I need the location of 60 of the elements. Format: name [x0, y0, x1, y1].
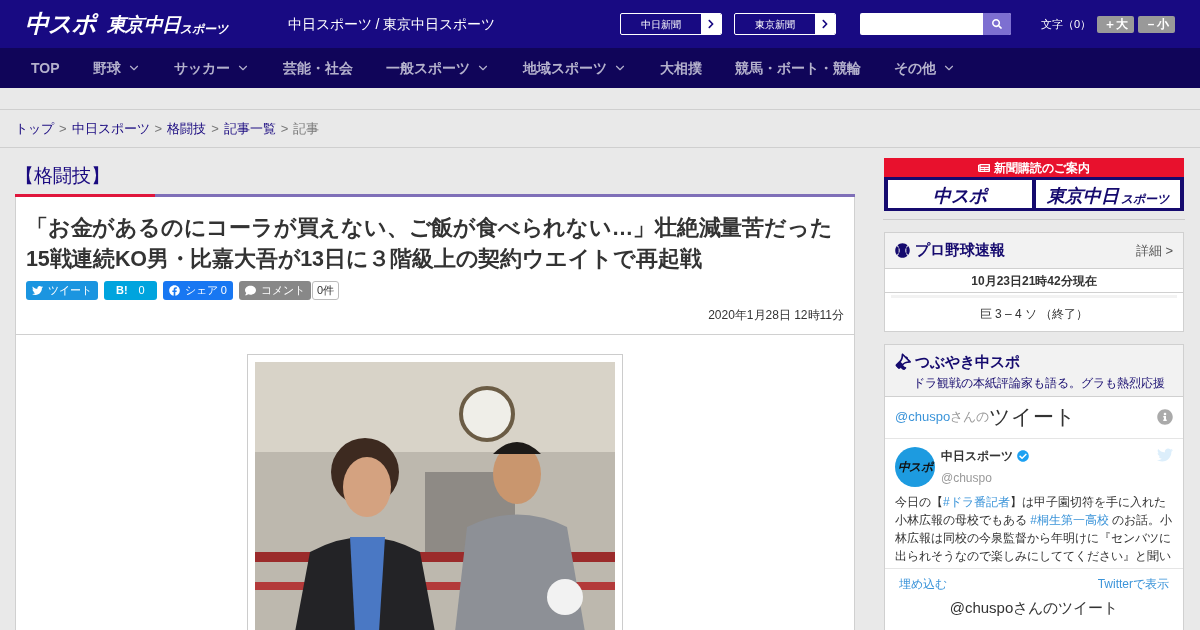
avatar-icon[interactable]: 中スポ — [895, 446, 935, 487]
account-name[interactable]: 中日スポーツ — [941, 446, 1013, 465]
banner-title: 新聞購読のご案内 — [994, 159, 1090, 177]
facebook-share-button[interactable]: シェア 0 — [162, 281, 233, 300]
breadcrumb-separator: > — [59, 119, 67, 138]
nav-item[interactable]: TOP — [31, 57, 60, 79]
breadcrumb-separator: > — [280, 119, 289, 138]
hashtag-link[interactable]: #桐生第一高校 — [1030, 512, 1110, 527]
panel-title: プロ野球速報 — [915, 240, 1005, 261]
search-icon — [991, 19, 1002, 29]
newspaper-link[interactable]: 東京新聞 — [733, 13, 836, 35]
site-logo[interactable]: 中スポ — [25, 12, 96, 36]
nav-item[interactable]: 一般スポーツ — [385, 57, 490, 79]
breadcrumb-link[interactable]: 記事一覧 — [223, 118, 276, 139]
tweet-text: 今日の【#ドラ番記者】は甲子園切符を手に入れた小林広報の母校でもある #桐生第一高校 のお話。小林広報は同校の今泉監督から年明けに『センバツに出られそうなので楽しみにしててください』と聞い — [895, 493, 1173, 565]
nav-item[interactable]: その他 — [893, 57, 956, 79]
category-heading: 【格闘技】 — [15, 163, 111, 188]
breadcrumb-link[interactable]: トップ — [15, 118, 54, 139]
breadcrumb-link[interactable]: 中日スポーツ — [71, 118, 150, 139]
newspaper-icon — [978, 161, 990, 174]
breadcrumb-separator: > — [154, 119, 163, 138]
publish-date: 2020年1月28日 12時11分 — [707, 307, 844, 324]
site-logo-sub-small: スポーツ — [179, 23, 228, 35]
site-title: 中日スポーツ / 東京中日スポーツ — [287, 14, 496, 34]
game-score[interactable]: 巨 3 – 4 ソ （終了） — [891, 295, 1177, 331]
site-logo-sub[interactable]: 東京中日 — [107, 14, 180, 34]
timeline-title: ツイート — [989, 404, 1077, 431]
baseball-icon — [895, 243, 910, 258]
chevron-right-icon — [705, 19, 716, 29]
bird-icon — [32, 285, 43, 296]
panel-title: つぶやき中スポ — [915, 352, 1020, 372]
font-size-label: 文字（0） — [1040, 16, 1091, 32]
facebook-icon — [168, 285, 180, 296]
nav-item[interactable]: 大相撲 — [659, 57, 702, 79]
update-time: 10月23日21時42分現在 — [885, 269, 1183, 293]
nav-item[interactable]: 野球 — [92, 57, 141, 79]
nav-item[interactable]: サッカー — [173, 57, 250, 79]
search-field[interactable] — [859, 13, 1011, 35]
bird-icon — [1157, 446, 1173, 463]
comment-count: 0件 — [311, 281, 340, 300]
newspaper-link[interactable]: 中日新聞 — [619, 13, 722, 35]
timeline-suffix: さんの — [950, 408, 990, 425]
subscription-banner[interactable]: 新聞購読のご案内 中スポ 東京中日スポーツ — [884, 158, 1184, 211]
search-button[interactable] — [982, 13, 1011, 35]
detail-link[interactable]: 詳細 > — [1135, 240, 1173, 261]
breadcrumb-separator: > — [211, 119, 219, 138]
panel-subtitle: ドラ観戦の本紙評論家も語る。グラも熱烈応援 — [912, 374, 1166, 392]
info-icon[interactable] — [1157, 409, 1173, 425]
current-page-label: 記事 — [293, 119, 320, 138]
nav-item[interactable]: 芸能・社会 — [282, 57, 353, 79]
breadcrumb-link[interactable]: 格闘技 — [167, 118, 207, 139]
next-timeline-header: @chuspoさんのツイート — [948, 598, 1120, 617]
nav-item[interactable]: 競馬・ボート・競輪 — [734, 57, 861, 79]
speech-bubble-icon — [244, 285, 256, 296]
paper-logo[interactable]: 東京中日スポーツ — [1036, 180, 1180, 208]
nav-item[interactable]: 地域スポーツ — [522, 57, 627, 79]
article-title: 「お金があるのにコーラが買えない、ご飯が食べられない…」壮絶減量苦だった15戦連続KO男・比嘉大吾が13日に３階級上の契約ウエイトで再起戦 — [26, 215, 834, 273]
paper-logo[interactable]: 中スポ — [888, 180, 1032, 208]
comment-share-button[interactable]: コメント — [238, 281, 311, 300]
chevron-right-icon — [819, 19, 830, 29]
